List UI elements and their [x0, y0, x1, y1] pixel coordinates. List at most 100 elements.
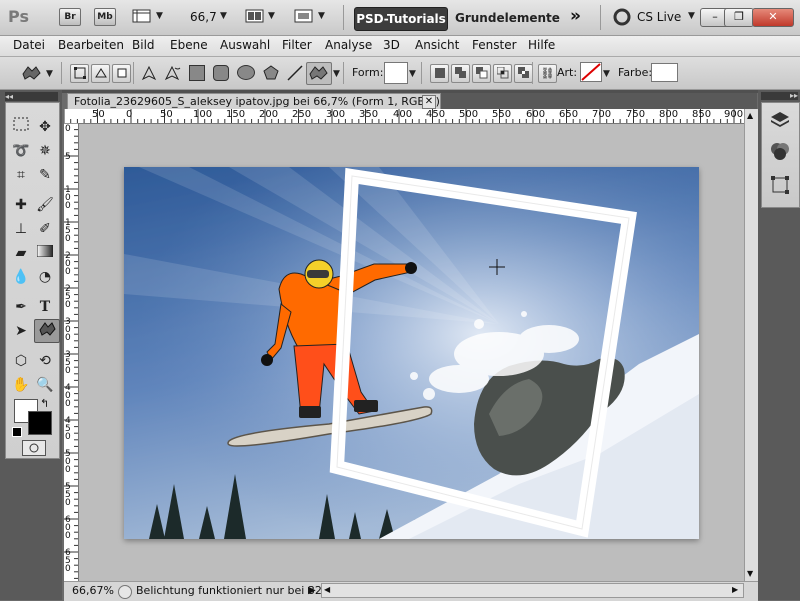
shape-picker-dropdown-icon[interactable]: ▼	[409, 69, 416, 79]
menu-ebene[interactable]: Ebene	[170, 38, 208, 52]
rectangular-marquee-icon[interactable]	[10, 117, 32, 137]
fill-pixels-button[interactable]	[112, 64, 131, 83]
menu-datei[interactable]: Datei	[13, 38, 45, 52]
vertical-ruler[interactable]: 0 5 1 0 0 1 5 0 2 0 0 2 5 0 3 0 0 3 5 0 …	[64, 123, 79, 581]
type-tool-icon[interactable]: T	[34, 297, 56, 317]
subtract-shape-button[interactable]	[472, 64, 491, 83]
menu-auswahl[interactable]: Auswahl	[220, 38, 270, 52]
panel-dock-header[interactable]: ▸▸	[761, 92, 798, 100]
menu-analyse[interactable]: Analyse	[325, 38, 372, 52]
path-selection-icon[interactable]: ➤	[10, 321, 32, 341]
gradient-icon[interactable]	[34, 243, 56, 263]
menu-fenster[interactable]: Fenster	[472, 38, 517, 52]
restore-button[interactable]: ❐	[724, 8, 754, 27]
paths-button[interactable]	[91, 64, 110, 83]
crop-tool-icon[interactable]: ⌗	[10, 165, 32, 185]
arrange-documents-button[interactable]	[245, 8, 265, 27]
default-colors-icon[interactable]	[12, 427, 22, 437]
eraser-icon[interactable]: ▰	[10, 243, 32, 263]
scroll-down-icon[interactable]: ▼	[747, 569, 753, 578]
magic-wand-icon[interactable]: ✵	[34, 141, 56, 161]
scroll-left-icon[interactable]: ◀	[324, 585, 330, 594]
3d-rotate-icon[interactable]: ⬡	[10, 351, 32, 371]
shape-picker-swatch[interactable]	[384, 62, 408, 84]
scroll-up-icon[interactable]: ▲	[747, 111, 753, 120]
zoom-tool-icon[interactable]: 🔍	[34, 375, 56, 395]
tools-panel-header[interactable]: ◂◂	[5, 92, 58, 101]
add-to-shape-button[interactable]	[451, 64, 470, 83]
document-image[interactable]	[79, 124, 744, 581]
rectangle-tool-icon[interactable]	[189, 65, 205, 81]
swap-colors-icon[interactable]: ↰	[40, 397, 49, 410]
horizontal-ruler[interactable]: 50 0 50 100 150 200 250 300 350 400 450 …	[64, 109, 744, 124]
paths-panel-icon[interactable]	[770, 175, 790, 198]
exclude-shape-button[interactable]	[514, 64, 533, 83]
quick-mask-button[interactable]	[22, 440, 46, 456]
menu-bild[interactable]: Bild	[132, 38, 155, 52]
arrange-dropdown-icon[interactable]: ▼	[268, 11, 275, 21]
zoom-percentage[interactable]: 66,67%	[72, 582, 114, 600]
color-swatch[interactable]	[651, 63, 678, 82]
pen-tool-button[interactable]	[140, 64, 158, 85]
scroll-right-icon[interactable]: ▶	[732, 585, 738, 594]
view-extras-dropdown-icon[interactable]: ▼	[156, 11, 163, 21]
menu-hilfe[interactable]: Hilfe	[528, 38, 555, 52]
view-extras-button[interactable]	[132, 8, 152, 24]
link-style-button[interactable]: ⛓	[538, 64, 557, 83]
menu-ansicht[interactable]: Ansicht	[415, 38, 459, 52]
preset-dropdown-icon[interactable]: ▼	[46, 69, 53, 79]
intersect-shape-button[interactable]	[493, 64, 512, 83]
freeform-pen-button[interactable]	[163, 64, 181, 85]
brush-icon[interactable]: 🖌	[34, 195, 56, 215]
pen-tool-icon[interactable]: ✒	[10, 297, 32, 317]
history-brush-icon[interactable]: ✐	[34, 219, 56, 239]
shape-dropdown-icon[interactable]: ▼	[333, 69, 340, 79]
dodge-icon[interactable]: ◔	[34, 267, 56, 287]
menu-3d[interactable]: 3D	[383, 38, 400, 52]
layers-panel-icon[interactable]	[770, 109, 790, 132]
menu-filter[interactable]: Filter	[282, 38, 312, 52]
lasso-icon[interactable]: ➰	[10, 141, 32, 161]
rounded-rectangle-tool-icon[interactable]	[213, 65, 229, 81]
vertical-scrollbar[interactable]: ▲ ▼	[744, 109, 759, 581]
document-tab[interactable]: Fotolia_23629605_S_aleksey ipatov.jpg be…	[67, 93, 441, 124]
background-color-swatch[interactable]	[28, 411, 52, 435]
spot-healing-icon[interactable]: ✚	[10, 195, 32, 215]
channels-panel-icon[interactable]	[770, 141, 790, 164]
shape-layers-button[interactable]	[70, 64, 89, 83]
workspace-grundelemente[interactable]: Grundelemente	[455, 7, 560, 29]
horizontal-scrollbar[interactable]: ◀ ▶	[321, 583, 744, 598]
more-workspaces-icon[interactable]: »	[570, 6, 581, 26]
eyedropper-icon[interactable]: ✎	[34, 165, 56, 185]
custom-shape-tool-button[interactable]	[306, 62, 332, 85]
zoom-dropdown-icon[interactable]: ▼	[220, 11, 227, 21]
new-shape-layer-button[interactable]	[430, 64, 449, 83]
bridge-button[interactable]: Br	[59, 8, 81, 26]
close-document-icon[interactable]: ✕	[422, 95, 436, 109]
style-dropdown-icon[interactable]: ▼	[603, 69, 610, 79]
clone-stamp-icon[interactable]: ⊥	[10, 219, 32, 239]
ellipse-tool-icon[interactable]	[237, 65, 255, 80]
3d-orbit-icon[interactable]: ⟲	[34, 351, 56, 371]
screen-mode-button[interactable]	[294, 8, 314, 27]
cs-live-dropdown-icon[interactable]: ▼	[688, 11, 695, 21]
zoom-level-field[interactable]: 66,7	[190, 10, 217, 24]
polygon-tool-button[interactable]	[262, 64, 280, 85]
move-tool-icon[interactable]: ✥	[34, 117, 56, 137]
status-info-icon[interactable]	[118, 585, 132, 599]
cs-live-label[interactable]: CS Live	[637, 10, 681, 24]
mini-bridge-button[interactable]: Mb	[94, 8, 116, 26]
cs-live-icon[interactable]	[613, 8, 631, 29]
status-menu-arrow-icon[interactable]: ▶	[308, 582, 316, 600]
tool-preset-picker[interactable]	[20, 64, 44, 85]
screen-mode-dropdown-icon[interactable]: ▼	[318, 11, 325, 21]
document-canvas-area[interactable]	[79, 124, 744, 581]
close-window-button[interactable]: ✕	[752, 8, 794, 27]
hand-tool-icon[interactable]: ✋	[10, 375, 32, 395]
custom-shape-tool-active-icon[interactable]	[34, 319, 60, 343]
style-swatch[interactable]	[580, 62, 602, 82]
workspace-psd-tutorials[interactable]: PSD-Tutorials	[354, 7, 448, 31]
menu-bearbeiten[interactable]: Bearbeiten	[58, 38, 124, 52]
line-tool-button[interactable]	[286, 64, 304, 85]
blur-icon[interactable]: 💧	[10, 267, 32, 287]
